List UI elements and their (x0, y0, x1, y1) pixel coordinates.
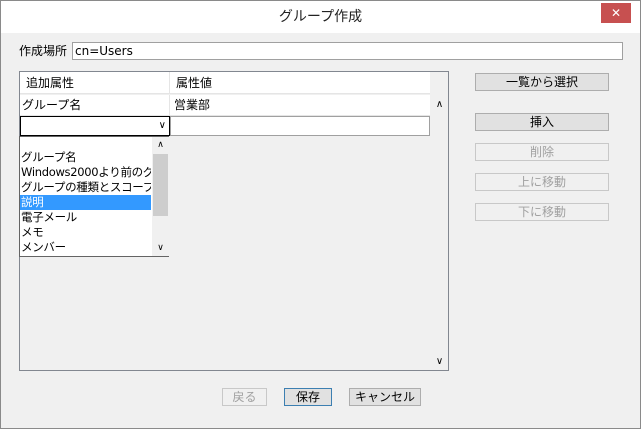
dialog-title: グループ作成 (278, 9, 363, 25)
insert-button[interactable]: 挿入 (475, 113, 609, 131)
header-attribute[interactable]: 追加属性 (20, 72, 170, 94)
attribute-combobox[interactable]: ∨ (20, 116, 170, 136)
grid-scrollbar[interactable]: ∧ ∨ (431, 95, 448, 370)
header-value[interactable]: 属性値 (170, 72, 430, 94)
move-up-button[interactable]: 上に移動 (475, 173, 609, 191)
cancel-button[interactable]: キャンセル (349, 388, 421, 406)
move-down-button[interactable]: 下に移動 (475, 203, 609, 221)
list-item[interactable]: メモ (20, 225, 151, 240)
list-item[interactable]: グループの種類とスコープ (20, 180, 151, 195)
select-from-list-button[interactable]: 一覧から選択 (475, 73, 609, 91)
table-row[interactable]: グループ名 営業部 (20, 95, 430, 116)
list-item[interactable]: グループ名 (20, 150, 151, 165)
list-item[interactable]: メンバー (20, 240, 151, 255)
close-button[interactable]: ✕ (601, 3, 631, 23)
chevron-up-icon[interactable]: ∧ (152, 138, 169, 152)
list-item[interactable]: 電子メール (20, 210, 151, 225)
chevron-down-icon[interactable]: ∨ (159, 119, 166, 133)
location-input[interactable]: cn=Users (72, 42, 623, 60)
list-item[interactable]: Windows2000より前のグループ名 (20, 165, 151, 180)
table-row-new: ∨ (20, 116, 430, 136)
value-input[interactable] (170, 116, 430, 136)
title-bar: グループ作成 ✕ (1, 1, 640, 33)
chevron-up-icon[interactable]: ∧ (431, 97, 448, 113)
attribute-dropdown-list[interactable]: グループ名Windows2000より前のグループ名グループの種類とスコープ説明電… (19, 136, 169, 257)
dropdown-items: グループ名Windows2000より前のグループ名グループの種類とスコープ説明電… (20, 150, 151, 255)
dropdown-scrollbar[interactable]: ∧ ∨ (152, 137, 169, 256)
list-item[interactable]: 説明 (20, 195, 151, 210)
create-group-dialog: グループ作成 ✕ 作成場所 cn=Users 追加属性 属性値 グループ名 営業… (0, 0, 641, 429)
scrollbar-thumb[interactable] (153, 154, 168, 216)
back-button[interactable]: 戻る (222, 388, 267, 406)
delete-button[interactable]: 削除 (475, 143, 609, 161)
location-label: 作成場所 (19, 44, 68, 58)
chevron-down-icon[interactable]: ∨ (152, 241, 169, 255)
chevron-down-icon[interactable]: ∨ (431, 354, 448, 370)
row-value-cell[interactable]: 営業部 (170, 95, 430, 116)
grid-header: 追加属性 属性値 (20, 72, 430, 94)
row-attribute-cell[interactable]: グループ名 (20, 95, 170, 116)
save-button[interactable]: 保存 (284, 388, 332, 406)
